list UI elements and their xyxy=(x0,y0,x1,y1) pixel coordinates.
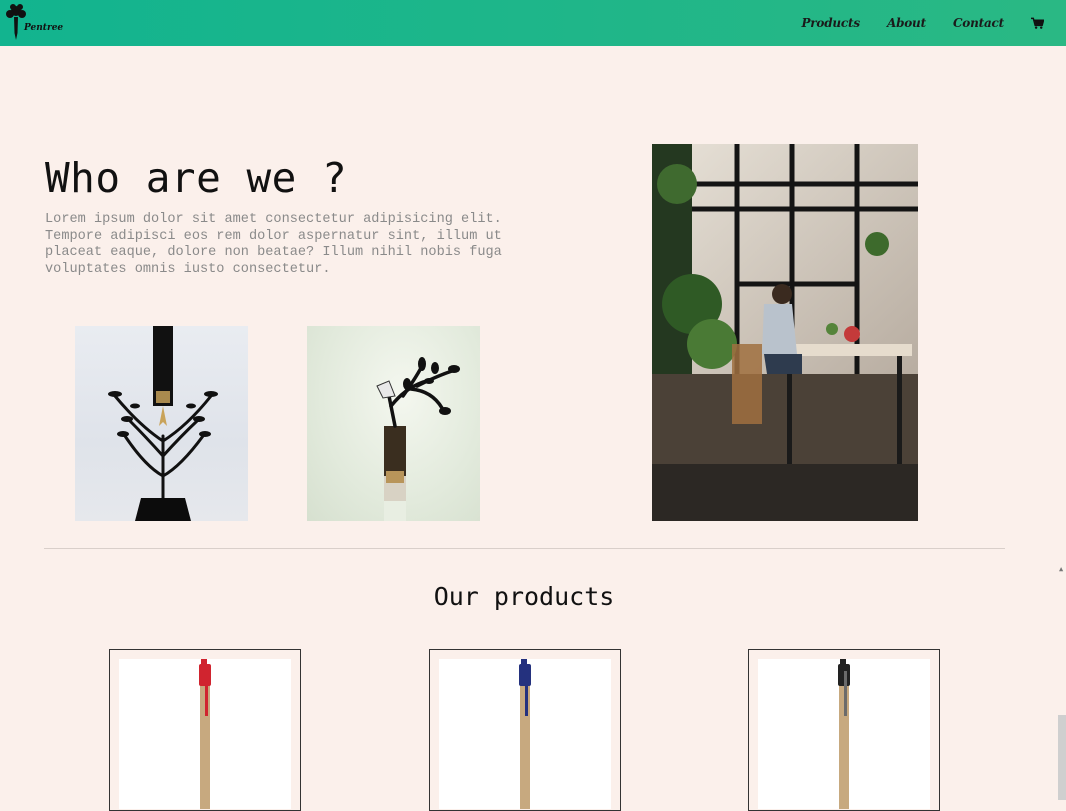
nav-link-contact[interactable]: Contact xyxy=(953,16,1004,30)
products-section-title: Our products xyxy=(433,582,615,611)
pen-tree-clip-photo xyxy=(307,326,480,521)
scroll-up-arrow-icon[interactable]: ▲ xyxy=(1059,566,1065,573)
logo-text: Pentree xyxy=(24,23,64,33)
pen-red-clip-image xyxy=(199,659,211,809)
product-card[interactable] xyxy=(429,649,621,811)
navbar: Pentree Products About Contact xyxy=(0,0,1066,46)
nav-links: Products About Contact xyxy=(801,0,1044,46)
product-card[interactable] xyxy=(748,649,940,811)
section-divider xyxy=(44,548,1005,549)
scrollbar-thumb[interactable] xyxy=(1058,715,1066,800)
hero-title: Who are we ? xyxy=(45,154,348,202)
pen-tree-stand-photo xyxy=(75,326,248,521)
product-image xyxy=(439,659,611,809)
nav-link-about[interactable]: About xyxy=(887,16,926,30)
logo[interactable]: Pentree xyxy=(2,3,63,43)
product-image xyxy=(758,659,930,809)
product-image xyxy=(119,659,291,809)
nav-link-products[interactable]: Products xyxy=(801,16,860,30)
product-card[interactable] xyxy=(109,649,301,811)
workspace-photo xyxy=(652,144,918,521)
shopping-cart-icon[interactable] xyxy=(1031,17,1044,30)
pen-black-clip-image xyxy=(838,659,850,809)
hero-text: Lorem ipsum dolor sit amet consectetur a… xyxy=(45,212,502,277)
scrollbar[interactable]: ▲ xyxy=(1058,46,1066,800)
pen-blue-clip-image xyxy=(519,659,531,809)
